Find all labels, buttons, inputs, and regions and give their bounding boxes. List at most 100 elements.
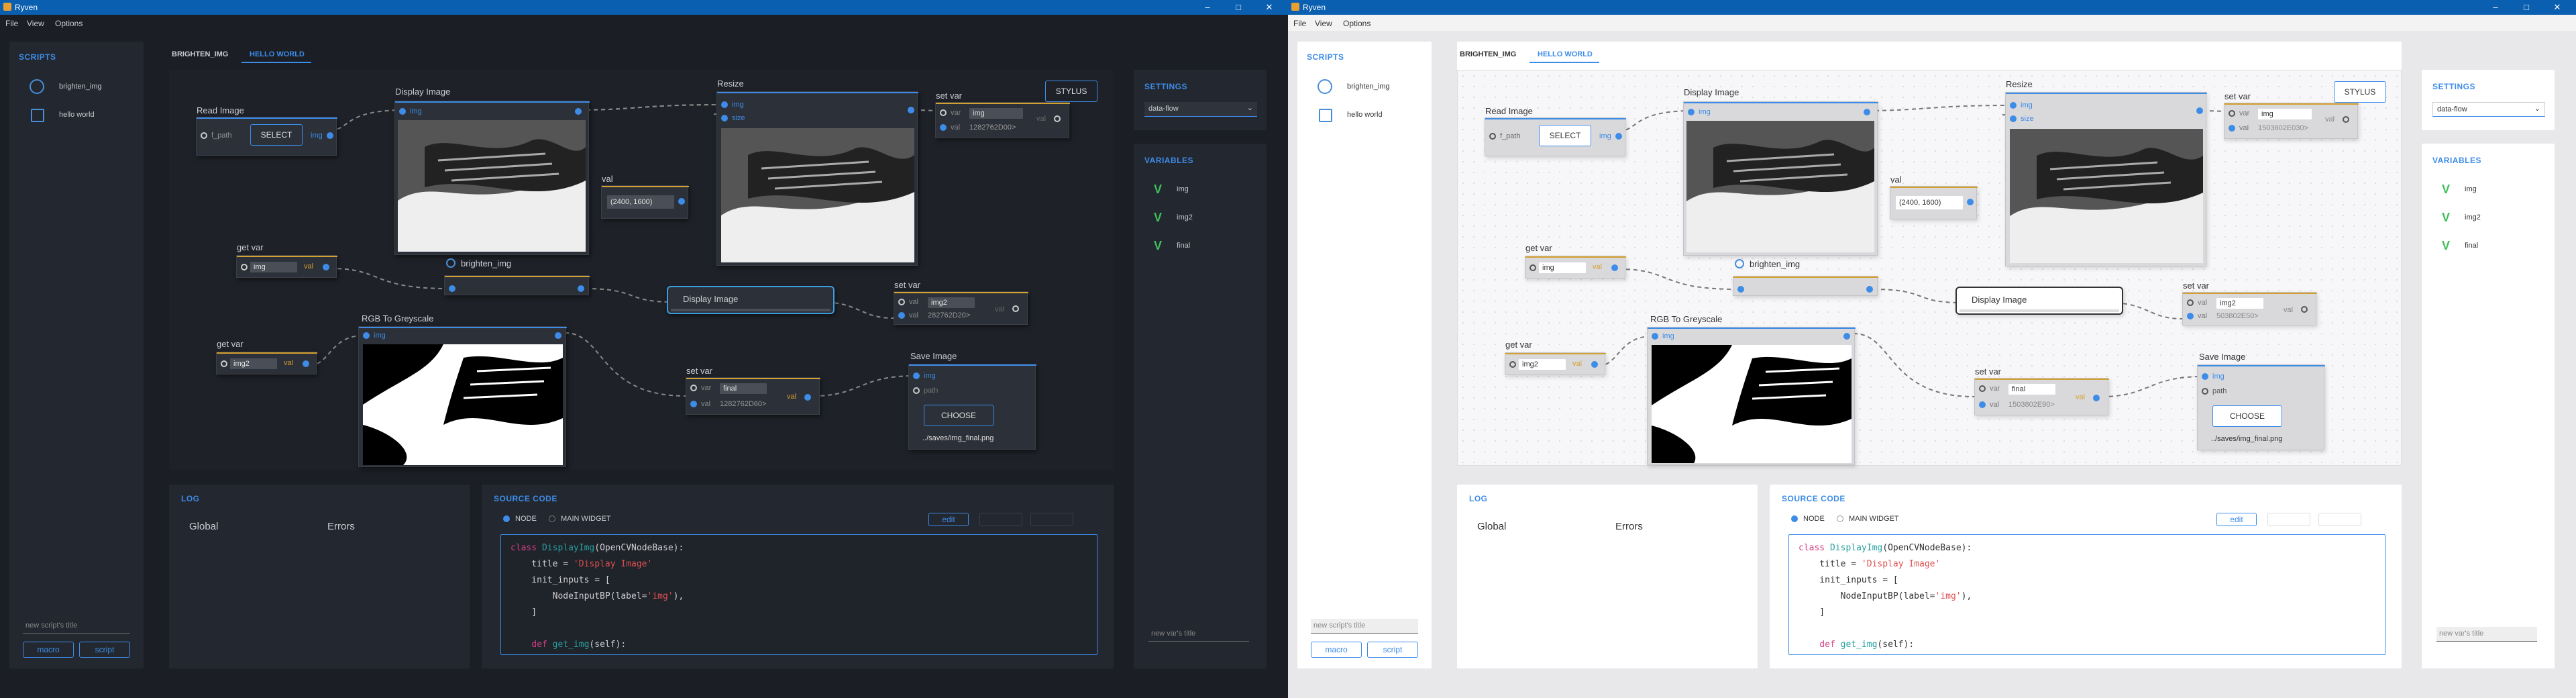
- output-port[interactable]: [327, 132, 333, 139]
- menu-view[interactable]: View: [1315, 19, 1332, 28]
- input-port[interactable]: [913, 372, 920, 379]
- output-port[interactable]: [2343, 116, 2349, 123]
- input-port[interactable]: [399, 108, 406, 115]
- input-port[interactable]: [721, 101, 728, 108]
- reset-button[interactable]: [2318, 513, 2361, 526]
- input-port[interactable]: [1509, 361, 1516, 368]
- node-get-var[interactable]: get var img2 val: [216, 339, 317, 375]
- log-tab-global[interactable]: Global: [189, 521, 218, 532]
- node-save-image[interactable]: Save Image img path CHOOSE ../saves/img_…: [908, 351, 1036, 450]
- var-input[interactable]: img: [969, 108, 1023, 119]
- radio-node[interactable]: [503, 515, 510, 522]
- node-set-var[interactable]: set var var final val 1282762D60> val: [686, 366, 820, 415]
- input-port[interactable]: [201, 132, 207, 139]
- code-editor[interactable]: class DisplayImg(OpenCVNodeBase): title …: [500, 534, 1097, 655]
- node-set-var[interactable]: set var var img val 1503802E030> val: [2224, 91, 2359, 139]
- close-button[interactable]: ✕: [1256, 1, 1283, 14]
- input-port[interactable]: [721, 115, 728, 121]
- menu-file[interactable]: File: [1293, 19, 1306, 28]
- new-script-input[interactable]: new script's title: [23, 619, 130, 634]
- input-port[interactable]: [690, 401, 697, 407]
- input-port[interactable]: [221, 360, 227, 367]
- script-item-hello[interactable]: hello world: [30, 107, 137, 125]
- node-brighten-img[interactable]: brighten_img: [444, 258, 590, 295]
- node-display-image[interactable]: Display Image img: [394, 87, 590, 255]
- input-port[interactable]: [449, 285, 455, 292]
- script-button[interactable]: script: [79, 642, 130, 658]
- input-port[interactable]: [940, 124, 947, 131]
- node-display-image-selected[interactable]: Display Image: [667, 286, 835, 314]
- node-set-var[interactable]: set var var img val 1282762D00> val: [935, 91, 1070, 138]
- variable-item[interactable]: Vimg: [1154, 183, 1189, 197]
- flow-mode-select[interactable]: data-flow ⌄: [1144, 102, 1257, 117]
- input-port[interactable]: [1979, 385, 1986, 392]
- variable-item[interactable]: Vimg2: [1154, 211, 1193, 225]
- script-item-hello[interactable]: hello world: [1318, 107, 1425, 125]
- output-port[interactable]: [323, 264, 329, 270]
- output-port[interactable]: [1615, 133, 1622, 140]
- input-port[interactable]: [2229, 125, 2235, 132]
- output-port[interactable]: [575, 108, 582, 115]
- log-tab-errors[interactable]: Errors: [1615, 521, 1643, 532]
- reset-button[interactable]: [1030, 513, 1073, 526]
- input-port[interactable]: [1652, 333, 1658, 340]
- val-input[interactable]: (2400, 1600): [1896, 196, 1963, 209]
- variable-item[interactable]: Vfinal: [1154, 239, 1190, 253]
- node-rgb-to-greyscale[interactable]: RGB To Greyscale img: [1647, 314, 1856, 465]
- var-input[interactable]: img2: [2216, 298, 2263, 309]
- minimize-button[interactable]: –: [2482, 1, 2509, 14]
- output-port[interactable]: [804, 394, 811, 401]
- override-button[interactable]: [979, 513, 1022, 526]
- input-port[interactable]: [898, 312, 905, 319]
- output-port[interactable]: [1611, 264, 1618, 271]
- edit-button[interactable]: edit: [2216, 513, 2257, 526]
- variable-item[interactable]: Vimg: [2442, 183, 2477, 197]
- output-port[interactable]: [1843, 333, 1850, 340]
- node-brighten-img[interactable]: brighten_img: [1733, 259, 1878, 296]
- script-item-brighten[interactable]: brighten_img: [1318, 79, 1425, 97]
- variable-item[interactable]: Vimg2: [2442, 211, 2481, 225]
- maximize-button[interactable]: □: [1225, 1, 1252, 14]
- menu-options[interactable]: Options: [1343, 19, 1371, 28]
- log-tab-errors[interactable]: Errors: [327, 521, 355, 532]
- input-port[interactable]: [940, 109, 947, 116]
- output-port[interactable]: [2301, 306, 2308, 313]
- node-get-var[interactable]: get var img val: [236, 242, 337, 278]
- node-set-var[interactable]: set var val img2 val 503802E50> val: [2182, 281, 2317, 326]
- flow-canvas[interactable]: Read Image f_path SELECT img Display Ima…: [1457, 70, 2402, 466]
- select-button[interactable]: SELECT: [1539, 125, 1591, 146]
- variable-item[interactable]: Vfinal: [2442, 239, 2478, 253]
- radio-main-widget[interactable]: [1837, 515, 1843, 522]
- tab-hello-world[interactable]: HELLO WORLD: [250, 50, 305, 58]
- node-display-image[interactable]: Display Image img: [1683, 87, 1878, 256]
- node-val[interactable]: val (2400, 1600): [1890, 174, 1978, 219]
- radio-node[interactable]: [1791, 515, 1798, 522]
- select-button[interactable]: SELECT: [250, 124, 303, 146]
- output-port[interactable]: [1591, 361, 1598, 368]
- node-display-image-selected[interactable]: Display Image: [1955, 287, 2123, 315]
- input-port[interactable]: [2187, 313, 2194, 319]
- output-port[interactable]: [1864, 109, 1870, 115]
- code-editor[interactable]: class DisplayImg(OpenCVNodeBase): title …: [1788, 534, 2385, 655]
- input-port[interactable]: [2010, 102, 2017, 109]
- var-input[interactable]: img2: [1519, 359, 1566, 370]
- choose-button[interactable]: CHOOSE: [924, 405, 994, 426]
- maximize-button[interactable]: □: [2513, 1, 2540, 14]
- new-script-input[interactable]: new script's title: [1311, 619, 1418, 634]
- val-input[interactable]: (2400, 1600): [607, 195, 674, 209]
- flow-mode-select[interactable]: data-flow ⌄: [2432, 102, 2545, 117]
- node-resize[interactable]: Resize img size: [716, 79, 918, 266]
- var-input[interactable]: final: [2008, 384, 2055, 395]
- input-port[interactable]: [1489, 133, 1496, 140]
- new-var-input[interactable]: new var's title: [1148, 627, 1249, 642]
- output-port[interactable]: [1012, 305, 1019, 312]
- menu-view[interactable]: View: [27, 19, 44, 28]
- menu-options[interactable]: Options: [55, 19, 83, 28]
- var-input[interactable]: img: [2258, 109, 2312, 119]
- var-input[interactable]: final: [720, 383, 767, 394]
- stylus-button[interactable]: STYLUS: [1045, 81, 1097, 102]
- edit-button[interactable]: edit: [928, 513, 969, 526]
- tab-hello-world[interactable]: HELLO WORLD: [1538, 50, 1593, 58]
- input-port[interactable]: [913, 387, 920, 394]
- input-port[interactable]: [2202, 373, 2208, 380]
